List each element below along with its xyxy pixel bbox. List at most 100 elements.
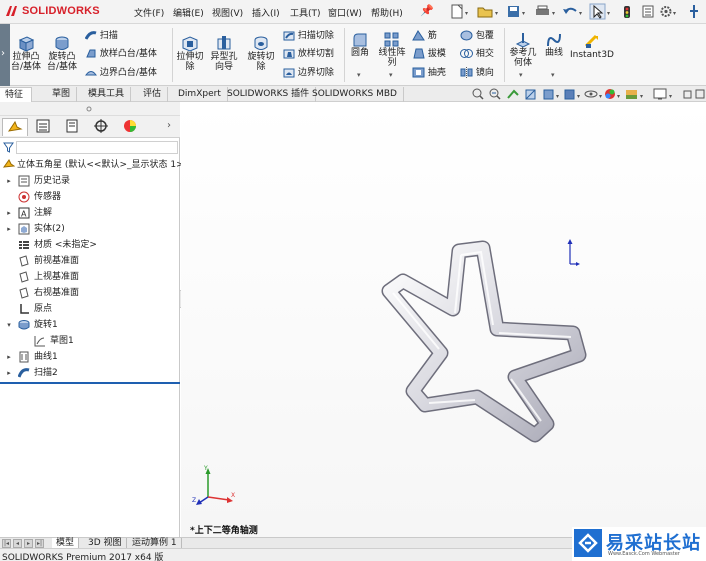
gear-icon[interactable] [660,6,672,17]
scroll-next-icon[interactable]: ▸ [24,539,33,548]
tree-item[interactable]: 右视基准面 [0,285,180,301]
options-list-icon[interactable] [642,5,654,18]
tab-configuration-manager[interactable] [60,118,86,136]
edit-appearance-icon[interactable] [605,89,615,99]
expand-caret-icon[interactable]: ▸ [5,205,13,221]
expand-caret-icon[interactable]: ▸ [5,365,13,381]
tree-item[interactable]: ▸ 实体(2) [0,221,180,237]
tab-evaluate[interactable]: 评估 [137,87,169,102]
sweep-button[interactable]: 扫描 [85,30,118,42]
star-3d-model[interactable] [381,237,611,447]
tree-item[interactable]: ▸ 历史记录 [0,173,180,189]
tab-features[interactable]: 特征 [0,87,32,102]
scroll-prev-icon[interactable]: ◂ [13,539,22,548]
select-pointer-icon[interactable] [589,3,606,20]
shell-button[interactable]: 抽壳 [412,67,446,79]
tree-item[interactable]: 原点 [0,301,180,317]
ref-geometry-dropdown-icon[interactable]: ▾ [519,71,523,79]
boundary-boss-button[interactable]: 边界凸台/基体 [85,67,157,79]
menu-tools[interactable]: 工具(T) [290,6,321,19]
curves-dropdown-icon[interactable]: ▾ [551,71,555,79]
previous-view-icon[interactable] [507,89,519,99]
mirror-button[interactable]: 镜向 [460,67,494,79]
maximize-window-icon[interactable] [695,89,705,99]
display-style-icon[interactable] [564,89,575,100]
menu-edit[interactable]: 编辑(E) [173,6,204,19]
tree-item[interactable]: 草图1 [0,333,180,349]
tab-sketch[interactable]: 草图 [46,87,78,102]
ribbon-collapse-toggle[interactable]: › [0,24,10,86]
view-orientation-icon[interactable] [543,89,554,100]
tree-item[interactable]: 上视基准面 [0,269,180,285]
fillet-button[interactable]: 圆角 [347,32,373,58]
tree-filter-input[interactable] [16,141,178,154]
filter-funnel-icon[interactable] [3,142,14,153]
hide-show-items-icon[interactable] [584,90,598,98]
tab-dimxpert-manager[interactable] [89,118,115,136]
new-document-icon[interactable] [451,4,463,19]
intersect-button[interactable]: 相交 [460,48,494,60]
zoom-to-fit-icon[interactable] [472,88,484,100]
print-icon[interactable] [536,5,549,15]
tree-item[interactable]: ▾ 旋转1 [0,317,180,333]
curves-button[interactable]: 曲线 [542,32,566,58]
tree-item[interactable]: ▸ 曲线1 [0,349,180,365]
pin-icon[interactable]: 📌 [420,4,434,17]
sweep-cut-button[interactable]: 扫描切除 [283,30,334,42]
revolve-cut-button[interactable]: 旋转切除 [244,34,278,72]
revolve-boss-button[interactable]: 旋转凸台/基体 [44,34,80,72]
coordinate-triad[interactable]: Y X Z [191,464,237,506]
open-folder-icon[interactable] [477,7,493,18]
rib-button[interactable]: 筋 [412,30,437,42]
tree-item[interactable]: 材质 <未指定> [0,237,180,253]
tab-solidworks-mbd[interactable]: SOLIDWORKS MBD [306,87,404,102]
solidworks-logo[interactable]: SOLIDWORKS [2,3,110,21]
tree-item[interactable]: ▸ 扫描2 [0,365,180,381]
fillet-dropdown-icon[interactable]: ▾ [357,71,361,79]
draft-button[interactable]: 拔模 [412,48,446,60]
wrap-button[interactable]: 包覆 [460,30,494,42]
expand-caret-icon[interactable]: ▸ [5,173,13,189]
pin-down-icon[interactable] [690,5,698,18]
graphics-viewport[interactable]: Y X Z *上下二等角轴测 [181,102,706,537]
section-view-icon[interactable] [525,89,536,100]
panel-grip-icon[interactable] [86,106,92,112]
view-settings-icon[interactable] [653,88,667,100]
traffic-light-icon[interactable] [624,6,630,18]
menu-insert[interactable]: 插入(I) [252,6,280,19]
tab-mold-tools[interactable]: 模具工具 [82,87,132,102]
scroll-last-icon[interactable]: ▸| [35,539,44,548]
expand-caret-icon[interactable]: ▸ [5,349,13,365]
menu-view[interactable]: 视图(V) [212,6,243,19]
tree-root-part[interactable]: 立体五角星 (默认<<默认>_显示状态 1> [0,157,184,173]
tab-solidworks-addins[interactable]: SOLIDWORKS 插件 [221,87,317,102]
menu-help[interactable]: 帮助(H) [371,6,403,19]
instant3d-button[interactable]: Instant3D [570,34,614,60]
scroll-first-icon[interactable]: |◂ [2,539,11,548]
tree-item[interactable]: 传感器 [0,189,180,205]
tree-item[interactable]: ▸ A 注解 [0,205,180,221]
hole-wizard-button[interactable]: 异型孔向导 [207,34,241,72]
zoom-to-area-icon[interactable] [489,88,501,100]
loft-cut-button[interactable]: 放样切割 [283,48,334,60]
save-icon[interactable] [508,6,519,17]
menu-file[interactable]: 文件(F) [134,6,164,19]
pattern-dropdown-icon[interactable]: ▾ [389,71,393,79]
apply-scene-icon[interactable] [626,90,637,99]
tab-property-manager[interactable] [31,118,57,136]
reference-geometry-button[interactable]: 参考几何体 [507,32,539,68]
loft-boss-button[interactable]: 放样凸台/基体 [85,48,157,60]
rollback-bar[interactable] [0,382,180,384]
extrude-boss-button[interactable]: 拉伸凸台/基体 [10,34,42,72]
menu-window[interactable]: 窗口(W) [328,6,362,19]
expand-caret-icon[interactable]: ▸ [5,221,13,237]
tab-dimxpert[interactable]: DimXpert [172,87,228,102]
tree-item[interactable]: 前视基准面 [0,253,180,269]
boundary-cut-button[interactable]: 边界切除 [283,67,334,79]
tab-display-manager[interactable] [118,118,144,136]
tab-feature-manager[interactable] [2,118,28,136]
linear-pattern-button[interactable]: 线性阵列 [375,32,409,68]
collapse-caret-icon[interactable]: ▾ [5,317,13,333]
undo-icon[interactable] [563,7,577,14]
extrude-cut-button[interactable]: 拉伸切除 [175,34,205,72]
